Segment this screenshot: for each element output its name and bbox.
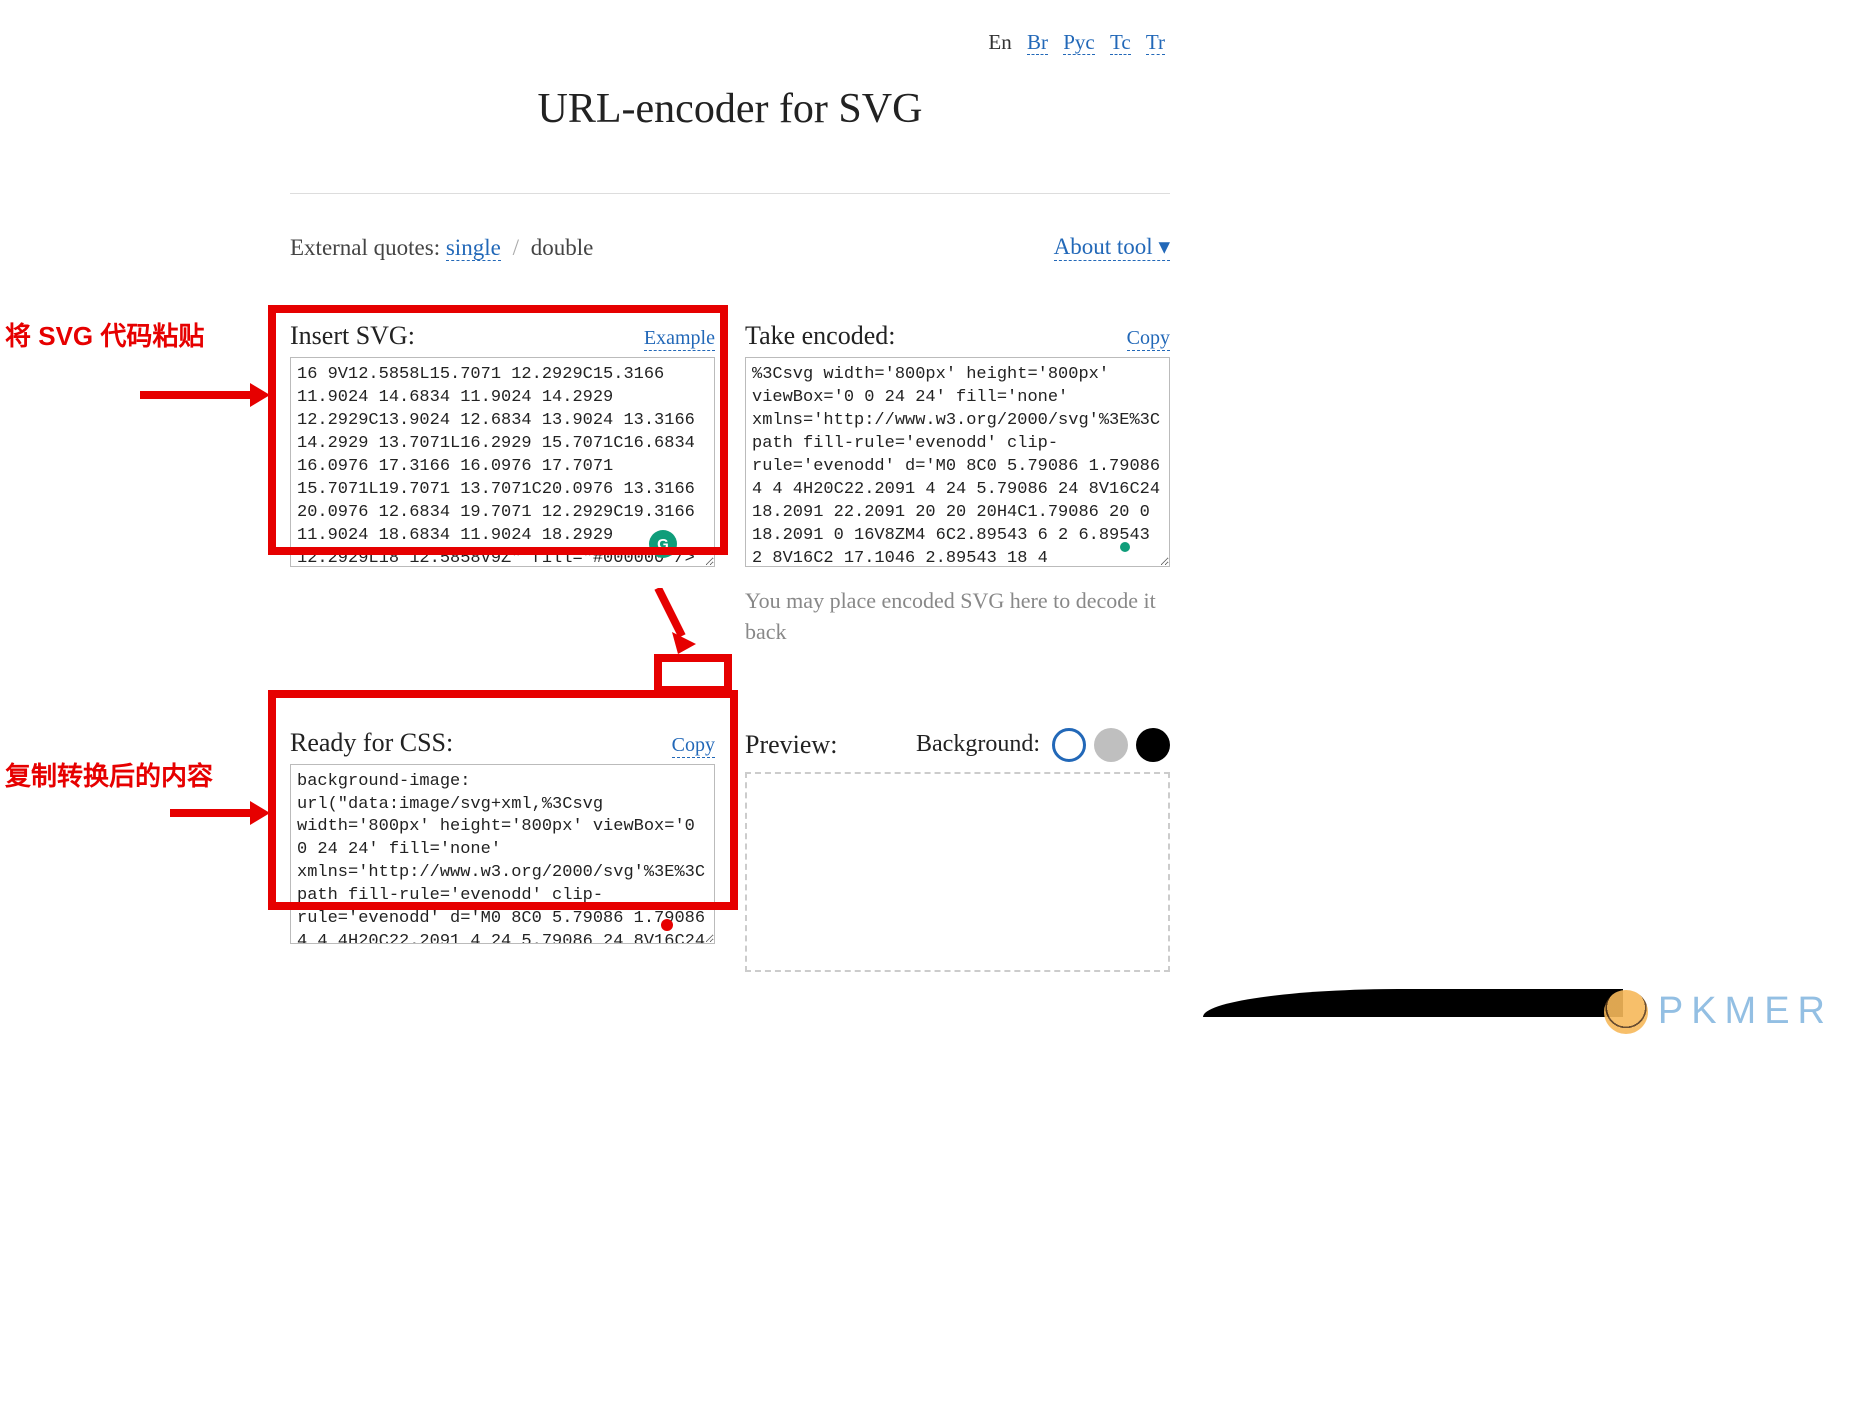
- copy-encoded-link[interactable]: Copy: [1127, 327, 1170, 351]
- lang-en: En: [988, 30, 1011, 54]
- encoded-hint: You may place encoded SVG here to decode…: [745, 586, 1170, 648]
- watermark-text: PKMER: [1658, 990, 1833, 1033]
- quotes-double-label: double: [531, 235, 594, 260]
- lang-tc[interactable]: Tc: [1110, 30, 1131, 55]
- arrow-icon-1: [140, 380, 270, 410]
- preview-panel: Preview: Background:: [745, 728, 1170, 972]
- preview-area: [745, 772, 1170, 972]
- css-panel: Ready for CSS: Copy: [290, 728, 715, 972]
- language-bar: En Br Рус Tc Tr: [290, 30, 1170, 55]
- grammarly-icon[interactable]: G: [649, 530, 677, 558]
- encoded-panel: Take encoded: Copy You may place encoded…: [745, 321, 1170, 648]
- encoded-title: Take encoded:: [745, 321, 896, 351]
- annotation-text-1: 将 SVG 代码粘贴: [5, 320, 255, 354]
- watermark-logo-icon: [1604, 990, 1648, 1034]
- lang-br[interactable]: Br: [1027, 30, 1048, 55]
- arrow-icon-3: [170, 798, 270, 828]
- background-label: Background:: [916, 731, 1040, 758]
- lang-rus[interactable]: Рус: [1063, 30, 1095, 55]
- quotes-single-link[interactable]: single: [446, 235, 501, 261]
- annotation-text-2: 复制转换后的内容: [5, 760, 255, 794]
- slash-separator: /: [513, 235, 519, 260]
- page-title: URL-encoder for SVG: [290, 85, 1170, 133]
- decorative-sweep: [1203, 989, 1623, 1017]
- about-tool-link[interactable]: About tool ▾: [1054, 234, 1170, 261]
- bg-option-black[interactable]: [1136, 728, 1170, 762]
- watermark: PKMER: [1604, 990, 1833, 1034]
- error-dot-icon: [661, 919, 673, 931]
- copy-css-link[interactable]: Copy: [672, 734, 715, 758]
- css-title: Ready for CSS:: [290, 728, 453, 758]
- external-quotes-group: External quotes: single / double: [290, 235, 593, 261]
- insert-title: Insert SVG:: [290, 321, 415, 351]
- status-dot-icon: [1120, 542, 1130, 552]
- example-link[interactable]: Example: [644, 327, 715, 351]
- quotes-label: External quotes:: [290, 235, 440, 260]
- bg-option-silver[interactable]: [1094, 728, 1128, 762]
- arrow-icon-2: [648, 588, 698, 658]
- encoded-textarea[interactable]: [745, 357, 1170, 567]
- lang-tr[interactable]: Tr: [1146, 30, 1165, 55]
- css-textarea[interactable]: [290, 764, 715, 944]
- bg-option-white[interactable]: [1052, 728, 1086, 762]
- divider: [290, 193, 1170, 194]
- preview-title: Preview:: [745, 730, 837, 760]
